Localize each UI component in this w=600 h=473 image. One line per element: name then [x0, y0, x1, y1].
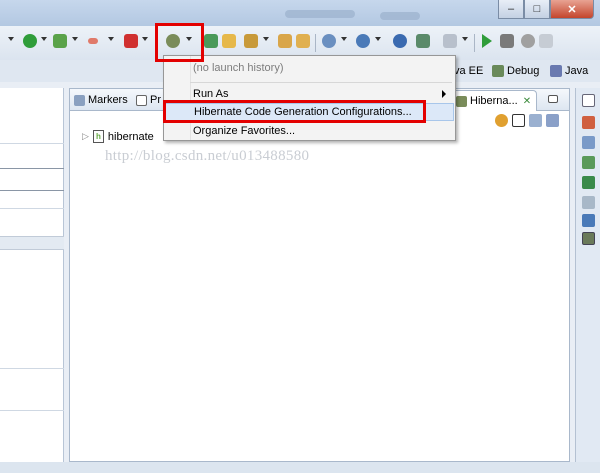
chevron-down-icon[interactable] — [341, 37, 347, 41]
tab-markers-label: Markers — [88, 94, 128, 106]
divider — [0, 208, 64, 209]
pin-icon[interactable] — [416, 34, 430, 48]
open-type-icon[interactable] — [296, 34, 310, 48]
palette-icon[interactable] — [582, 156, 595, 169]
properties-icon — [136, 94, 147, 106]
left-pane — [0, 88, 64, 473]
maximize-button[interactable]: □ — [524, 0, 550, 19]
chevron-down-icon[interactable] — [462, 37, 468, 41]
chevron-down-icon[interactable] — [263, 37, 269, 41]
refresh-icon[interactable] — [495, 114, 508, 127]
left-pane-header — [0, 236, 64, 250]
divider — [0, 143, 64, 144]
blurred-title — [285, 10, 355, 18]
debug-icon — [492, 65, 504, 77]
menu-item-organize-favorites[interactable]: Organize Favorites... — [165, 122, 454, 140]
highlight-menu-item — [163, 100, 426, 123]
perspective-debug[interactable]: Debug — [492, 62, 539, 80]
perspective-java-ee-label: va EE — [454, 65, 484, 77]
web-browser-icon[interactable] — [393, 34, 407, 48]
watermark: http://blog.csdn.net/u013488580 — [105, 148, 310, 164]
tab-hibernate-configurations[interactable]: Hiberna... ✕ — [451, 90, 537, 111]
view-pane: Markers Pr Hiberna... ✕ ▷ h hibernate — [69, 88, 570, 462]
resume-icon[interactable] — [482, 34, 492, 48]
green-grid-icon[interactable] — [582, 176, 595, 189]
outline-icon[interactable] — [582, 116, 595, 129]
menu-separator — [190, 82, 452, 83]
divider — [0, 410, 64, 411]
toolbar-separator — [474, 34, 475, 52]
stop-icon[interactable] — [88, 38, 98, 44]
tree-item-hibernate[interactable]: ▷ h hibernate — [82, 130, 154, 143]
chevron-down-icon[interactable] — [375, 37, 381, 41]
task-list-icon[interactable] — [582, 136, 595, 149]
device-icon[interactable] — [443, 34, 457, 48]
disconnect-icon[interactable] — [539, 34, 553, 48]
expand-arrow-icon[interactable]: ▷ — [82, 131, 89, 142]
blurred-title — [380, 12, 420, 20]
restore-icon[interactable] — [582, 94, 595, 107]
chevron-down-icon[interactable] — [72, 37, 78, 41]
tree-item-label: hibernate — [107, 130, 154, 143]
markers-icon — [74, 94, 85, 106]
status-bar — [0, 462, 600, 473]
hibernate-icon — [456, 95, 467, 107]
configuration-icon: h — [92, 130, 104, 143]
window-controls: – □ ✕ — [498, 0, 594, 19]
menu-item-label: Organize Favorites... — [193, 125, 296, 137]
server-icon[interactable] — [356, 34, 370, 48]
right-trim-stack — [575, 88, 600, 473]
globe-icon[interactable] — [322, 34, 336, 48]
minimize-view-icon[interactable] — [548, 95, 558, 103]
tab-properties[interactable]: Pr — [136, 91, 161, 109]
wand-icon[interactable] — [244, 34, 258, 48]
package-icon[interactable] — [278, 34, 292, 48]
run-icon[interactable] — [23, 34, 37, 48]
perspective-java[interactable]: Java — [550, 62, 588, 80]
external-tools-icon[interactable] — [124, 34, 138, 48]
coverage-icon[interactable] — [53, 34, 67, 48]
tab-hibernate-label: Hiberna... — [470, 95, 518, 107]
minimize-button[interactable]: – — [498, 0, 524, 19]
close-button[interactable]: ✕ — [550, 0, 594, 19]
java-icon — [550, 65, 562, 77]
divider — [0, 168, 64, 169]
highlight-toolbar-button — [155, 23, 204, 62]
title-bar: – □ ✕ — [0, 0, 600, 26]
view-menu-icon[interactable] — [546, 114, 559, 127]
menu-item-no-history: (no launch history) — [165, 59, 454, 77]
submenu-arrow-icon — [442, 90, 446, 98]
close-icon[interactable]: ✕ — [523, 96, 531, 107]
new-project-icon[interactable] — [204, 34, 218, 48]
filter-icon[interactable] — [529, 114, 542, 127]
menu-item-label: Run As — [193, 88, 229, 100]
perspective-debug-label: Debug — [507, 65, 540, 77]
perspective-java-label: Java — [565, 65, 589, 77]
terminate-icon[interactable] — [521, 34, 535, 48]
menu-item-label: (no launch history) — [193, 62, 284, 74]
chevron-down-icon[interactable] — [142, 37, 148, 41]
expand-icon[interactable] — [512, 114, 525, 127]
toolbar-separator — [315, 34, 316, 52]
debug-icon[interactable] — [500, 34, 514, 48]
doc-icon[interactable] — [582, 196, 595, 209]
chevron-down-icon[interactable] — [108, 37, 114, 41]
chevron-down-icon[interactable] — [41, 37, 47, 41]
tab-markers[interactable]: Markers — [74, 91, 128, 109]
tab-properties-label: Pr — [150, 94, 161, 106]
chevron-down-icon[interactable] — [8, 37, 14, 41]
divider — [0, 368, 64, 369]
launch-dropdown-menu: (no launch history) Run As Hibernate Cod… — [163, 55, 456, 141]
perspective-java-ee[interactable]: va EE — [454, 62, 483, 80]
open-folder-icon[interactable] — [222, 34, 236, 48]
hibernate-view-icon[interactable] — [582, 232, 595, 245]
view-toolbar — [495, 114, 559, 127]
divider — [0, 190, 64, 191]
console-icon[interactable] — [582, 214, 595, 227]
